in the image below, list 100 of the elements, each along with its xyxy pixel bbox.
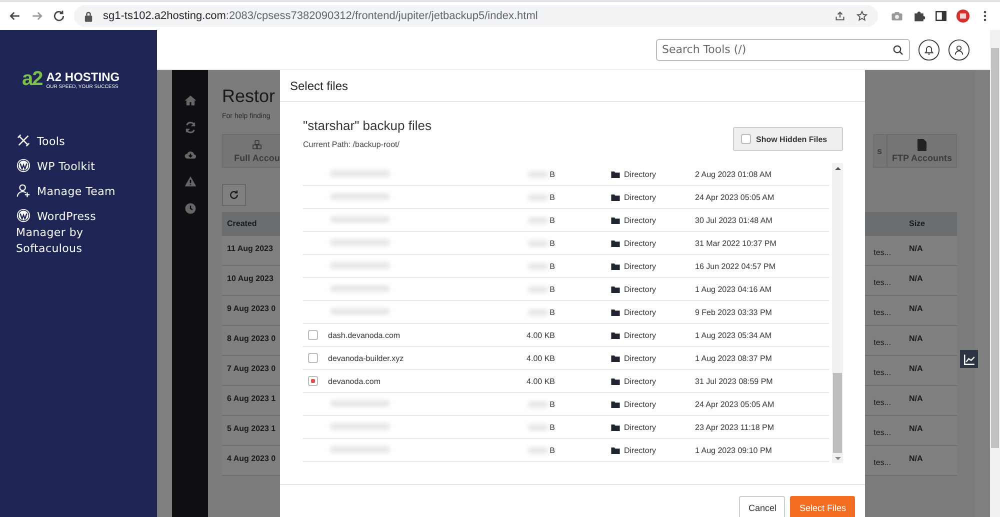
file-date: 1 Aug 2023 05:34 AM — [695, 330, 772, 340]
refresh-button[interactable] — [222, 184, 246, 206]
file-size: 4.00 KB — [526, 354, 555, 362]
table-cell: tes... — [874, 308, 891, 317]
table-cell-text: 9 Aug 2023 0 — [226, 304, 277, 313]
address-bar[interactable]: sg1-ts102.a2hosting.com:2083/cpsess7382090312/frontend/jupiter/jetbackup5/index.html — [74, 5, 878, 27]
profile-icon[interactable] — [956, 9, 970, 23]
wordpress-icon — [16, 208, 31, 223]
scrollbar-thumb[interactable] — [833, 373, 842, 453]
file-date: 9 Feb 2023 03:33 PM — [695, 308, 772, 316]
checkbox[interactable] — [308, 330, 318, 340]
file-type: Directory — [624, 262, 656, 270]
dialog-title: Select files — [290, 78, 348, 92]
file-type: Directory — [624, 216, 656, 224]
page-title: Restor — [222, 86, 276, 107]
home-icon[interactable] — [184, 94, 196, 107]
file-type: Directory — [624, 284, 656, 294]
page-scrollbar-thumb[interactable] — [991, 48, 999, 448]
table-cell: tes... — [874, 368, 891, 377]
table-cell-text: 4 Aug 2023 0 — [226, 454, 277, 463]
camera-icon[interactable] — [890, 9, 904, 23]
side-panel-icon[interactable] — [934, 9, 948, 23]
file-date: 24 Apr 2023 05:05 AM — [695, 400, 774, 408]
table-cell-text: N/A — [908, 334, 924, 343]
folder-icon — [611, 400, 620, 408]
file-type: Directory — [624, 354, 656, 362]
file-date: 1 Aug 2023 08:37 PM — [695, 354, 772, 362]
file-size: B — [550, 422, 555, 432]
sidebar-item[interactable]: Tools — [16, 133, 141, 150]
clock-icon[interactable] — [184, 202, 196, 215]
chart-button[interactable] — [960, 350, 978, 368]
table-cell-text: N/A — [908, 394, 924, 403]
checkbox[interactable] — [308, 353, 318, 363]
reload-icon[interactable] — [52, 9, 66, 23]
file-date: 30 Jul 2023 01:48 AM — [695, 216, 772, 224]
table-cell-text: N/A — [908, 244, 924, 253]
table-cell: tes... — [874, 458, 891, 467]
folder-icon — [611, 262, 620, 270]
file-size: B — [550, 238, 555, 248]
checkbox[interactable] — [741, 134, 751, 144]
sidebar-item[interactable]: Manage Team — [16, 183, 141, 200]
file-name[interactable]: devanoda.com — [328, 376, 380, 386]
search-field[interactable]: Search Tools (/) — [656, 38, 910, 60]
table-cell: tes... — [874, 428, 891, 437]
file-size: B — [550, 216, 555, 224]
puzzle-icon[interactable] — [912, 9, 926, 23]
file-type: Directory — [624, 400, 656, 408]
file-name[interactable]: dash.devanoda.com — [328, 330, 400, 340]
current-path: Current Path: /backup-root/ — [303, 140, 400, 149]
folder-icon — [611, 308, 620, 316]
file-date: 1 Aug 2023 09:10 PM — [695, 446, 772, 454]
file-date: 24 Apr 2023 05:05 AM — [695, 192, 774, 202]
file-date: 23 Apr 2023 11:18 PM — [695, 422, 774, 432]
table-cell-text: N/A — [908, 424, 924, 433]
refresh-icon — [228, 189, 240, 201]
file-size: B — [550, 446, 555, 454]
folder-icon — [611, 170, 620, 178]
backup-heading: "starshar" backup files — [303, 118, 432, 133]
sync-icon[interactable] — [184, 121, 196, 134]
file-size: B — [550, 170, 555, 178]
folder-icon — [611, 286, 620, 292]
file-size: B — [550, 308, 555, 316]
file-date: 1 Aug 2023 04:16 AM — [695, 284, 772, 294]
file-type: Directory — [624, 446, 656, 454]
sidebar-item[interactable]: WP Toolkit — [16, 158, 141, 175]
table-cell: tes... — [874, 338, 891, 347]
table-cell: tes... — [874, 248, 891, 257]
star-icon[interactable] — [856, 10, 868, 22]
folder-icon — [611, 240, 620, 246]
back-icon[interactable] — [8, 9, 22, 23]
bell-icon[interactable] — [918, 38, 940, 60]
file-date: 31 Mar 2022 10:37 PM — [695, 238, 776, 248]
lock-icon[interactable] — [84, 10, 93, 22]
table-cell-text: 10 Aug 2023 — [226, 274, 274, 283]
sidebar-item[interactable]: WordPress Manager by Softaculous — [16, 208, 141, 257]
scrollbar[interactable] — [832, 163, 843, 463]
share-icon[interactable] — [834, 10, 846, 22]
file-name[interactable]: devanoda-builder.xyz — [328, 354, 404, 362]
forward-icon[interactable] — [30, 9, 44, 23]
page-scrollbar[interactable] — [990, 30, 1000, 517]
column-header: Size — [908, 219, 926, 228]
cancel-button[interactable]: Cancel — [739, 496, 786, 517]
file-type: Directory — [624, 422, 656, 432]
table-cell-text: N/A — [908, 304, 924, 313]
user-icon[interactable] — [948, 38, 970, 60]
file-size: B — [550, 262, 555, 270]
folder-icon — [611, 194, 620, 200]
table-cell-text: N/A — [908, 364, 924, 373]
file-type: Directory — [624, 192, 656, 202]
warning-icon[interactable] — [184, 175, 196, 188]
file-date: 16 Jun 2022 04:57 PM — [695, 262, 776, 270]
table-cell: tes... — [874, 278, 891, 287]
show-hidden-files-button[interactable]: Show Hidden Files — [733, 127, 843, 151]
url-text: sg1-ts102.a2hosting.com:2083/cpsess7382090312/frontend/jupiter/jetbackup5/index.html — [103, 10, 539, 22]
search-icon[interactable] — [892, 44, 904, 56]
checkbox[interactable] — [308, 376, 318, 386]
table-cell-text: N/A — [908, 274, 924, 283]
file-size: 4.00 KB — [526, 330, 555, 340]
table-cell-text: 5 Aug 2023 1 — [226, 424, 277, 433]
crossed-tools-icon — [16, 133, 31, 148]
